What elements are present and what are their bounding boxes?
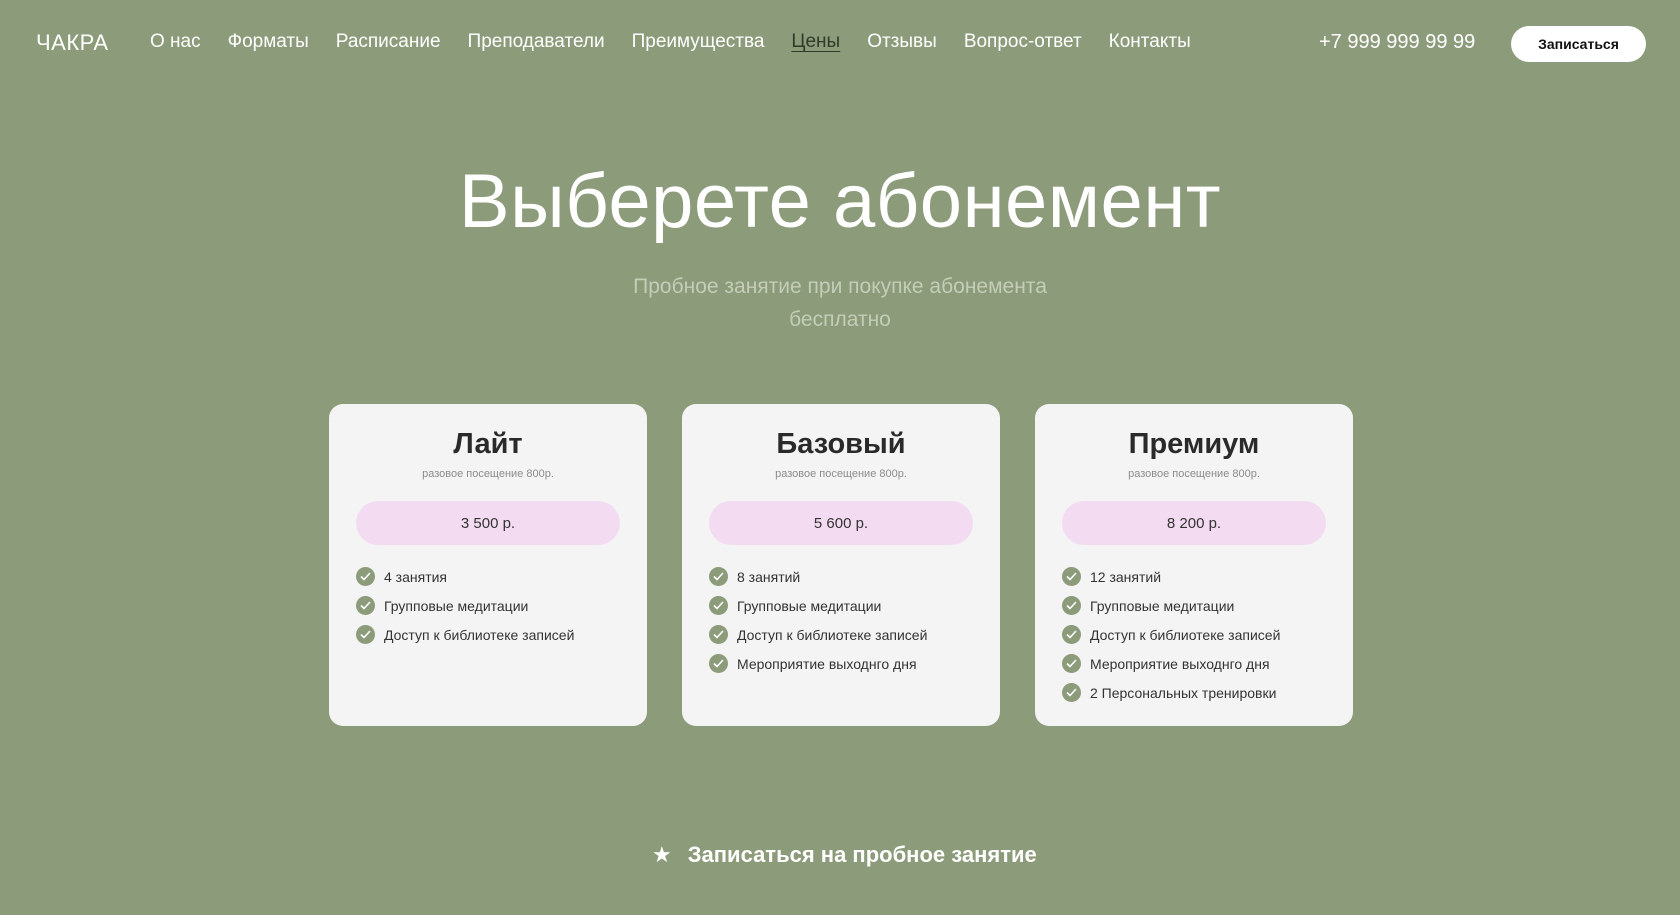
list-item: 2 Персональных тренировки	[1062, 678, 1280, 707]
list-item: Групповые медитации	[1062, 591, 1280, 620]
list-item: 12 занятий	[1062, 562, 1280, 591]
list-item: Групповые медитации	[709, 591, 927, 620]
list-item: Доступ к библиотеке записей	[709, 620, 927, 649]
check-icon	[1062, 567, 1081, 586]
feature-list: 4 занятия Групповые медитации Доступ к б…	[356, 562, 574, 649]
check-icon	[709, 567, 728, 586]
plan-title: Базовый	[776, 428, 906, 460]
check-icon	[356, 567, 375, 586]
feature-label: Мероприятие выходнго дня	[737, 655, 917, 672]
list-item: Доступ к библиотеке записей	[356, 620, 574, 649]
feature-label: 4 занятия	[384, 568, 448, 585]
page-subtitle: Пробное занятие при покупке абонемента б…	[633, 275, 1047, 331]
plan-price[interactable]: 5 600 р.	[709, 501, 973, 545]
check-icon	[356, 625, 375, 644]
feature-list: 8 занятий Групповые медитации Доступ к б…	[709, 562, 927, 678]
plan-card-premium: Премиум разовое посещение 800р. 8 200 р.…	[1035, 404, 1353, 726]
nav-item-schedule[interactable]: Расписание	[336, 31, 441, 53]
plan-title: Премиум	[1128, 428, 1260, 460]
check-icon	[1062, 596, 1081, 615]
list-item: 8 занятий	[709, 562, 927, 591]
main-nav: О нас Форматы Расписание Преподаватели П…	[150, 31, 1218, 53]
trial-signup-link[interactable]: ★ Записаться на пробное занятие	[652, 842, 1037, 868]
feature-label: Мероприятие выходнго дня	[1090, 655, 1270, 672]
nav-item-reviews[interactable]: Отзывы	[867, 31, 937, 53]
feature-label: Групповые медитации	[737, 597, 882, 614]
list-item: Мероприятие выходнго дня	[709, 649, 927, 678]
plan-card-basic: Базовый разовое посещение 800р. 5 600 р.…	[682, 404, 1000, 726]
feature-label: Доступ к библиотеке записей	[737, 626, 928, 643]
feature-list: 12 занятий Групповые медитации Доступ к …	[1062, 562, 1280, 707]
check-icon	[1062, 654, 1081, 673]
plan-note: разовое посещение 800р.	[1128, 468, 1260, 480]
list-item: Групповые медитации	[356, 591, 574, 620]
plan-title: Лайт	[453, 428, 523, 460]
feature-label: 12 занятий	[1090, 568, 1162, 585]
signup-button[interactable]: Записаться	[1511, 26, 1646, 62]
check-icon	[709, 625, 728, 644]
feature-label: Групповые медитации	[1090, 597, 1235, 614]
logo[interactable]: ЧАКРА	[36, 30, 109, 56]
star-icon: ★	[652, 842, 672, 867]
list-item: Мероприятие выходнго дня	[1062, 649, 1280, 678]
nav-item-about[interactable]: О нас	[150, 31, 201, 53]
check-icon	[709, 654, 728, 673]
feature-label: 2 Персональных тренировки	[1090, 684, 1277, 701]
feature-label: Доступ к библиотеке записей	[384, 626, 575, 643]
plan-price[interactable]: 3 500 р.	[356, 501, 620, 545]
list-item: 4 занятия	[356, 562, 574, 591]
nav-item-formats[interactable]: Форматы	[228, 31, 309, 53]
plan-price[interactable]: 8 200 р.	[1062, 501, 1326, 545]
list-item: Доступ к библиотеке записей	[1062, 620, 1280, 649]
trial-signup-label: Записаться на пробное занятие	[687, 842, 1037, 867]
feature-label: 8 занятий	[737, 568, 801, 585]
feature-label: Групповые медитации	[384, 597, 529, 614]
check-icon	[1062, 683, 1081, 702]
nav-item-faq[interactable]: Вопрос-ответ	[964, 31, 1082, 53]
nav-item-contacts[interactable]: Контакты	[1109, 31, 1191, 53]
plan-note: разовое посещение 800р.	[775, 468, 907, 480]
check-icon	[356, 596, 375, 615]
check-icon	[709, 596, 728, 615]
check-icon	[1062, 625, 1081, 644]
nav-item-teachers[interactable]: Преподаватели	[468, 31, 605, 53]
nav-item-prices[interactable]: Цены	[791, 31, 840, 53]
phone-number[interactable]: +7 999 999 99 99	[1319, 31, 1475, 54]
plan-card-lite: Лайт разовое посещение 800р. 3 500 р. 4 …	[329, 404, 647, 726]
site-header: ЧАКРА О нас Форматы Расписание Преподава…	[0, 0, 1680, 88]
plan-note: разовое посещение 800р.	[422, 468, 554, 480]
nav-item-advantages[interactable]: Преимущества	[632, 31, 765, 53]
page-title: Выберете абонемент	[458, 159, 1222, 244]
feature-label: Доступ к библиотеке записей	[1090, 626, 1281, 643]
pricing-page: ЧАКРА О нас Форматы Расписание Преподава…	[0, 0, 1680, 915]
